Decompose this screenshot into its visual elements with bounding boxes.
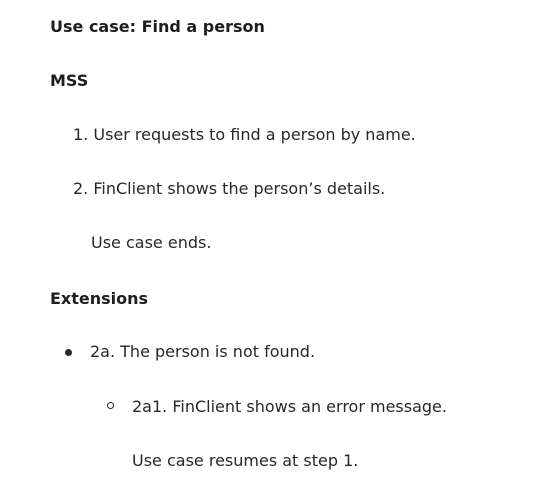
mss-ending-text: Use case ends. [91, 233, 212, 252]
mss-step-1-text: User requests to find a person by name. [93, 125, 416, 144]
mss-heading: MSS [50, 71, 89, 90]
mss-step-2-text: FinClient shows the person’s details. [93, 179, 386, 198]
extension-sub-item-2a1-note: Use case resumes at step 1. [132, 451, 359, 470]
use-case-title: Use case: Find a person [50, 17, 265, 36]
mss-step-1: 1. User requests to find a person by nam… [73, 125, 416, 145]
extension-sub-item-2a1-label: 2a1. FinClient shows an error message. [132, 397, 447, 416]
mss-step-2: 2. FinClient shows the person’s details. [73, 179, 385, 199]
extension-item-2a-label: 2a. The person is not found. [90, 342, 316, 361]
use-case-document: Use case: Find a person MSS 1. User requ… [0, 0, 551, 496]
disc-bullet-icon [65, 349, 72, 356]
extensions-heading: Extensions [50, 289, 149, 308]
circle-bullet-icon [107, 402, 114, 409]
mss-step-2-number: 2. [73, 179, 89, 198]
mss-step-1-number: 1. [73, 125, 89, 144]
